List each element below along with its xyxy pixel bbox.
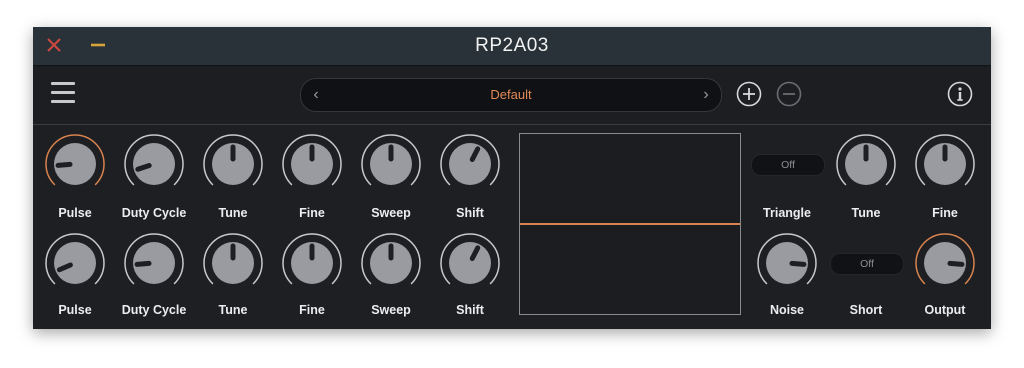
- output-label: Output: [924, 303, 966, 317]
- noise-label: Noise: [769, 303, 805, 317]
- pulse1-tune-label: Tune: [218, 206, 248, 220]
- pulse1-sweep-label: Sweep: [371, 206, 411, 220]
- pulse2-fine-knob[interactable]: [280, 231, 344, 295]
- pulse2-duty-cycle-knob[interactable]: [122, 231, 186, 295]
- output-knob[interactable]: [913, 231, 977, 295]
- knob-graphic: [361, 134, 421, 186]
- knob-graphic: [45, 233, 105, 285]
- knob-graphic: [124, 134, 184, 186]
- knob-body: [449, 242, 491, 284]
- pulse2-knob[interactable]: [43, 231, 107, 295]
- hamburger-menu-icon[interactable]: [51, 82, 75, 104]
- pulse1-duty-cycle-label: Duty Cycle: [121, 206, 187, 220]
- pulse2-shift-label: Shift: [456, 303, 484, 317]
- pulse2-tune-knob[interactable]: [201, 231, 265, 295]
- short-label: Short: [849, 303, 883, 317]
- knob-body: [54, 242, 96, 284]
- pulse2-sweep-label: Sweep: [371, 303, 411, 317]
- pulse2-duty-cycle-label: Duty Cycle: [121, 303, 187, 317]
- knob-graphic: [440, 134, 500, 186]
- plugin-window: RP2A03 ‹ Default › Pulse Duty Cycle Tune…: [33, 27, 991, 329]
- triangle-fine-label: Fine: [932, 206, 958, 220]
- pulse1-sweep-knob[interactable]: [359, 132, 423, 196]
- knob-graphic: [282, 233, 342, 285]
- pulse1-knob[interactable]: [43, 132, 107, 196]
- pulse2-fine-label: Fine: [299, 303, 325, 317]
- knob-indicator: [135, 163, 152, 172]
- triangle-label: Triangle: [763, 206, 811, 220]
- pulse1-shift-label: Shift: [456, 206, 484, 220]
- chevron-right-icon[interactable]: ›: [691, 79, 721, 111]
- pulse1-fine-knob[interactable]: [280, 132, 344, 196]
- knob-graphic: [203, 134, 263, 186]
- knob-indicator: [947, 260, 965, 267]
- pulse2-label: Pulse: [58, 303, 92, 317]
- pulse2-tune-label: Tune: [218, 303, 248, 317]
- knob-graphic: [361, 233, 421, 285]
- knob-graphic: [915, 233, 975, 285]
- chevron-left-icon[interactable]: ‹: [301, 79, 331, 111]
- knob-indicator: [55, 161, 73, 168]
- knob-graphic: [282, 134, 342, 186]
- knob-graphic: [124, 233, 184, 285]
- plus-circle-icon[interactable]: [736, 81, 762, 107]
- triangle-tune-knob[interactable]: [834, 132, 898, 196]
- knob-graphic: [440, 233, 500, 285]
- knob-graphic: [757, 233, 817, 285]
- knob-body: [133, 143, 175, 185]
- knob-graphic: [45, 134, 105, 186]
- knob-indicator: [789, 260, 807, 267]
- knob-graphic: [203, 233, 263, 285]
- window-title: RP2A03: [475, 35, 549, 56]
- waveform-line: [520, 223, 740, 225]
- preset-selector[interactable]: ‹ Default ›: [300, 78, 722, 112]
- info-icon[interactable]: [947, 81, 973, 107]
- knob-body: [449, 143, 491, 185]
- pulse1-duty-cycle-knob[interactable]: [122, 132, 186, 196]
- pulse2-sweep-knob[interactable]: [359, 231, 423, 295]
- pulse2-shift-knob[interactable]: [438, 231, 502, 295]
- title-bar: RP2A03: [33, 27, 991, 65]
- oscilloscope-display: [519, 133, 741, 315]
- noise-knob[interactable]: [755, 231, 819, 295]
- knob-indicator: [134, 260, 152, 267]
- pulse1-tune-knob[interactable]: [201, 132, 265, 196]
- pulse1-shift-knob[interactable]: [438, 132, 502, 196]
- triangle-toggle[interactable]: Off: [751, 154, 825, 176]
- triangle-tune-label: Tune: [851, 206, 881, 220]
- knob-graphic: [915, 134, 975, 186]
- preset-name[interactable]: Default: [331, 79, 691, 111]
- pulse1-label: Pulse: [58, 206, 92, 220]
- minus-circle-icon[interactable]: [776, 81, 802, 107]
- triangle-fine-knob[interactable]: [913, 132, 977, 196]
- short-toggle[interactable]: Off: [830, 253, 904, 275]
- pulse1-fine-label: Fine: [299, 206, 325, 220]
- knob-graphic: [836, 134, 896, 186]
- toolbar: ‹ Default ›: [33, 65, 991, 125]
